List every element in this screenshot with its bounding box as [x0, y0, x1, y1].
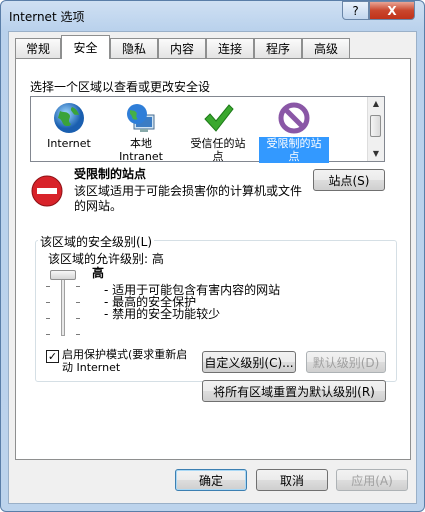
- sites-button[interactable]: 站点(S): [313, 169, 385, 191]
- selected-zone-description: 该区域适用于可能会损害你的计算机或文件的网站。: [74, 184, 303, 213]
- zone-internet-label: Internet: [47, 137, 91, 150]
- zone-restricted-sites[interactable]: 受限制的站 点: [259, 97, 329, 163]
- green-check-icon: [201, 101, 235, 135]
- tab-general[interactable]: 常规: [15, 38, 61, 58]
- apply-button[interactable]: 应用(A): [336, 469, 408, 491]
- default-level-button[interactable]: 默认级别(D): [306, 351, 386, 373]
- window-title: Internet 选项: [9, 10, 85, 24]
- help-button[interactable]: ?: [342, 1, 369, 20]
- selected-zone-title: 受限制的站点: [74, 167, 147, 181]
- protected-mode-checkbox[interactable]: ✓: [46, 350, 59, 363]
- scroll-down-icon[interactable]: ▼: [368, 147, 384, 161]
- custom-level-button[interactable]: 自定义级别(C)...: [202, 351, 296, 373]
- tab-advanced[interactable]: 高级: [302, 38, 350, 58]
- tab-security[interactable]: 安全: [61, 35, 110, 59]
- zone-restricted-sites-label: 受限制的站 点: [259, 137, 329, 163]
- reset-all-zones-button[interactable]: 将所有区域重置为默认级别(R): [202, 380, 386, 402]
- zone-trusted-sites[interactable]: 受信任的站 点: [183, 97, 253, 163]
- globe-icon: [52, 101, 86, 135]
- zone-list-scrollbar[interactable]: ▲ ▼: [367, 97, 384, 161]
- scroll-thumb[interactable]: [370, 115, 381, 137]
- zone-local-intranet-label: 本地 Intranet: [119, 137, 163, 163]
- zone-internet[interactable]: Internet: [37, 97, 101, 150]
- restricted-circle-icon: [277, 101, 311, 135]
- zone-trusted-sites-label: 受信任的站 点: [190, 137, 246, 163]
- level-bullet: - 禁用的安全功能较少: [104, 307, 221, 321]
- ok-button[interactable]: 确定: [175, 469, 247, 491]
- zone-local-intranet[interactable]: 本地 Intranet: [109, 97, 173, 163]
- allowed-levels-label: 该区域的允许级别: 高: [48, 252, 164, 266]
- zone-prompt: 选择一个区域以查看或更改安全设: [30, 80, 211, 94]
- security-level-group-label: 该区域的安全级别(L): [38, 233, 155, 250]
- security-level-slider-track[interactable]: [61, 274, 65, 336]
- security-level-slider-thumb[interactable]: [50, 270, 76, 280]
- tab-connections[interactable]: 连接: [206, 38, 254, 58]
- cancel-button[interactable]: 取消: [256, 469, 328, 491]
- intranet-globe-icon: [124, 101, 158, 135]
- close-button[interactable]: X: [369, 1, 415, 20]
- tab-content[interactable]: 内容: [158, 38, 206, 58]
- level-name: 高: [92, 266, 105, 280]
- tab-programs[interactable]: 程序: [254, 38, 302, 58]
- no-entry-icon: [30, 174, 64, 211]
- protected-mode-label: 启用保护模式(要求重新启动 Internet: [62, 348, 188, 374]
- tab-privacy[interactable]: 隐私: [110, 38, 158, 58]
- scroll-up-icon[interactable]: ▲: [368, 97, 384, 111]
- zone-list[interactable]: Internet 本地 Intranet 受信任的站 点 受限制的站 点 ▲ ▼: [30, 96, 385, 163]
